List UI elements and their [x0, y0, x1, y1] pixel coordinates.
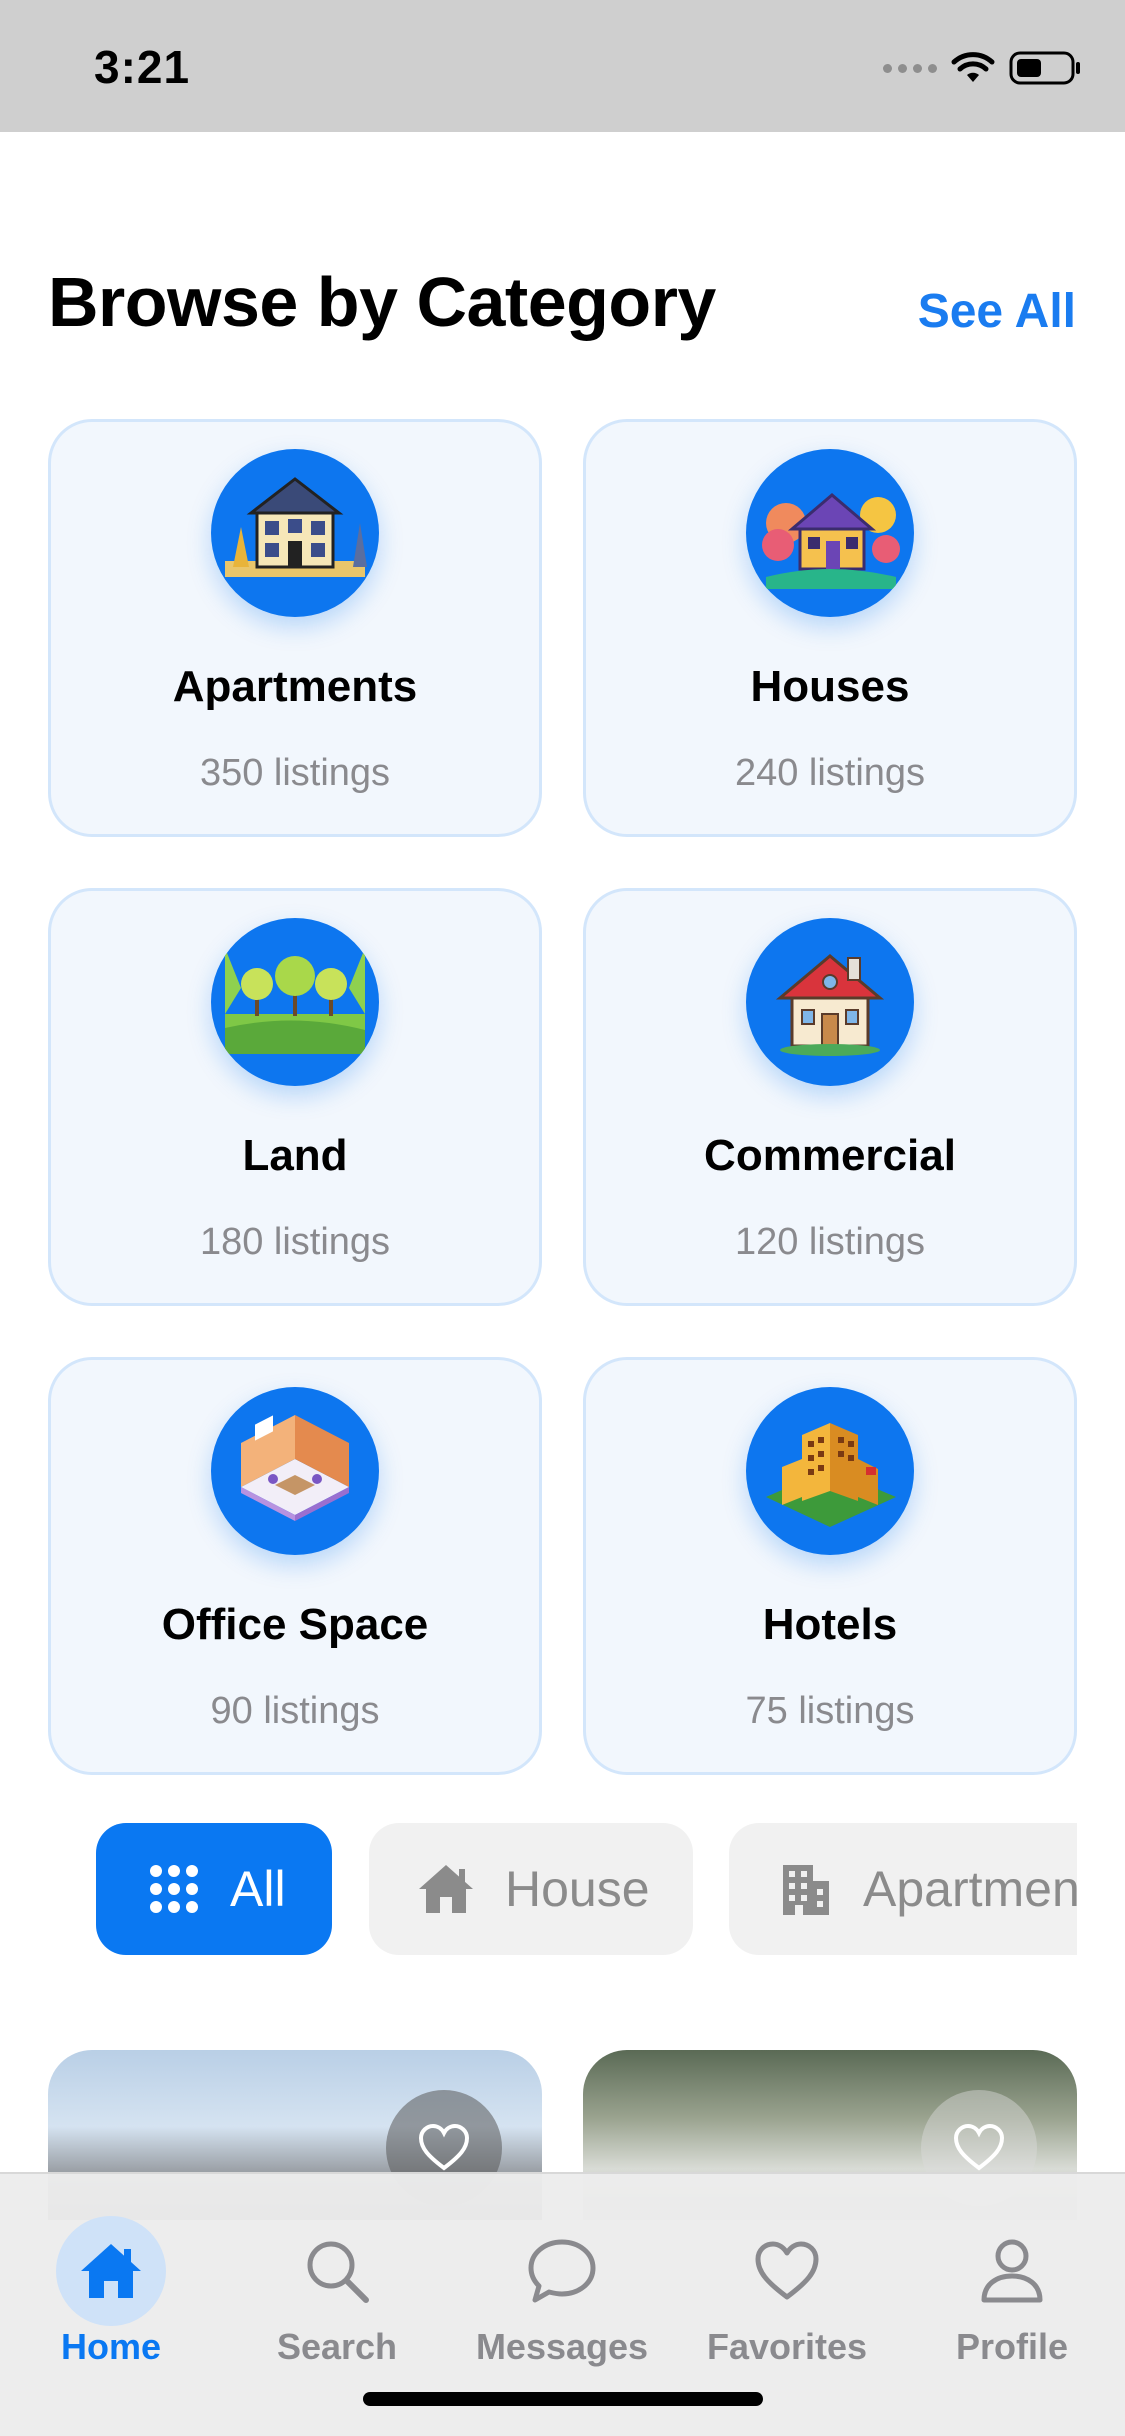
commercial-building-icon	[746, 918, 914, 1086]
category-name: Apartments	[172, 662, 418, 711]
category-count: 90 listings	[210, 1690, 380, 1732]
category-name: Commercial	[704, 1131, 956, 1180]
filter-chips: All House Apartment	[96, 1823, 1077, 1955]
office-space-icon	[211, 1387, 379, 1555]
status-bar: 3:21	[0, 0, 1125, 132]
category-count: 120 listings	[734, 1221, 926, 1263]
filter-chip-label: All	[230, 1861, 286, 1917]
category-card-office-space[interactable]: Office Space 90 listings	[48, 1357, 542, 1775]
category-count: 75 listings	[745, 1690, 915, 1732]
battery-icon	[1009, 51, 1080, 85]
tab-home[interactable]: Home	[11, 2216, 211, 2368]
house-icon	[419, 1865, 473, 1913]
tab-messages[interactable]: Messages	[462, 2216, 662, 2368]
wifi-icon	[951, 52, 995, 82]
cellular-signal-icon	[883, 63, 937, 73]
search-icon	[307, 2241, 369, 2303]
see-all-link[interactable]: See All	[918, 284, 1076, 339]
land-icon	[211, 918, 379, 1086]
category-card-hotels[interactable]: Hotels 75 listings	[583, 1357, 1077, 1775]
tab-label: Favorites	[706, 2326, 868, 2367]
building-icon	[783, 1865, 829, 1915]
category-card-commercial[interactable]: Commercial 120 listings	[583, 888, 1077, 1306]
page-title: Browse by Category	[48, 263, 716, 341]
filter-chip-label: House	[505, 1861, 650, 1917]
person-icon	[981, 2239, 1043, 2303]
category-count: 240 listings	[734, 752, 926, 794]
grid-dots-icon	[150, 1865, 198, 1913]
heart-icon	[418, 2124, 470, 2171]
chat-bubble-icon	[528, 2239, 596, 2303]
tab-favorites[interactable]: Favorites	[687, 2216, 887, 2368]
filter-chip-label: Apartment	[863, 1861, 1077, 1917]
category-card-houses[interactable]: Houses 240 listings	[583, 419, 1077, 837]
category-card-apartments[interactable]: Apartments 350 listings	[48, 419, 542, 837]
heart-icon	[755, 2241, 819, 2300]
category-grid: Apartments 350 listings Houses 240 listi…	[48, 419, 1077, 1775]
filter-chip-apartment[interactable]: Apartment	[729, 1823, 1077, 1955]
tab-search[interactable]: Search	[237, 2216, 437, 2368]
filter-chip-all[interactable]: All	[96, 1823, 332, 1955]
hotel-icon	[746, 1387, 914, 1555]
category-name: Houses	[750, 662, 910, 711]
tab-profile[interactable]: Profile	[912, 2216, 1112, 2368]
filter-chip-house[interactable]: House	[369, 1823, 693, 1955]
tab-label: Messages	[475, 2326, 649, 2367]
category-name: Hotels	[762, 1600, 898, 1649]
category-name: Land	[242, 1131, 348, 1180]
status-time: 3:21	[94, 41, 191, 93]
home-indicator	[363, 2392, 763, 2406]
status-indicators	[883, 48, 1083, 88]
category-card-land[interactable]: Land 180 listings	[48, 888, 542, 1306]
category-name: Office Space	[161, 1600, 429, 1649]
house-icon	[746, 449, 914, 617]
tab-label: Search	[276, 2326, 398, 2367]
home-icon	[81, 2244, 141, 2298]
category-count: 180 listings	[199, 1221, 391, 1263]
apartment-building-icon	[211, 449, 379, 617]
tab-label: Profile	[955, 2326, 1069, 2367]
category-count: 350 listings	[199, 752, 391, 794]
tab-label: Home	[60, 2326, 162, 2367]
heart-icon	[953, 2124, 1005, 2171]
